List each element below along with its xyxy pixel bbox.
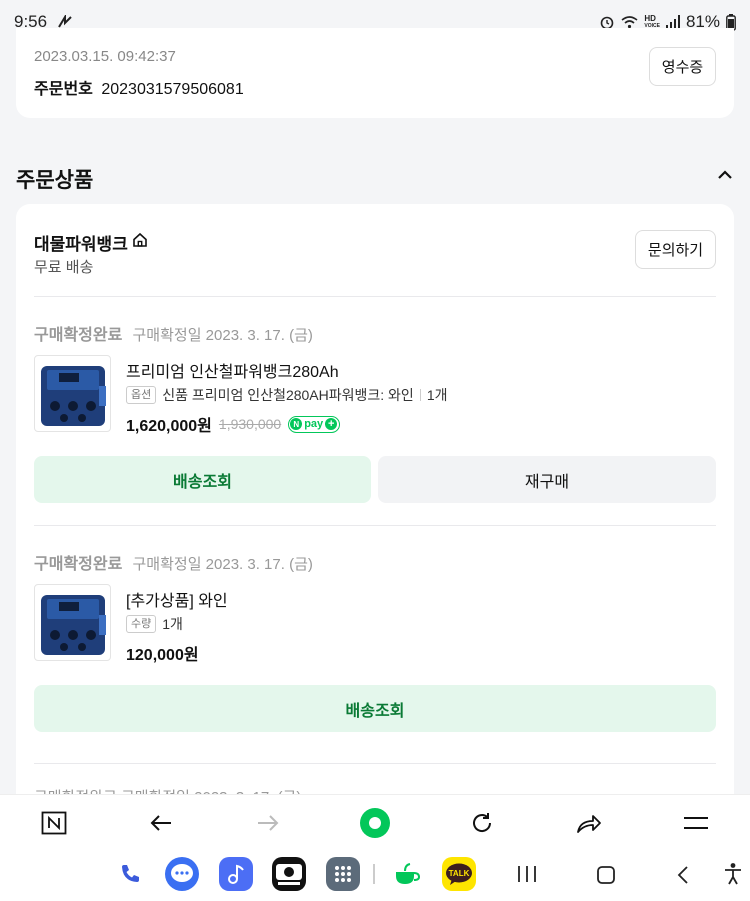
status-label: 구매확정완료 (34, 327, 123, 344)
divider (34, 763, 716, 764)
track-delivery-button[interactable]: 배송조회 (34, 685, 716, 732)
refresh-icon[interactable] (452, 803, 512, 843)
inquiry-button[interactable]: 문의하기 (635, 230, 716, 269)
price-row: 120,000원 (126, 641, 199, 665)
music-app-icon[interactable] (219, 857, 253, 891)
shipping-note: 무료 배송 (34, 259, 94, 276)
order-number-row: 주문번호 2023031579506081 (34, 75, 244, 99)
signal-icon (665, 15, 680, 29)
browser-toolbar (0, 794, 750, 850)
rebuy-button[interactable]: 재구매 (378, 456, 716, 503)
accessibility-icon[interactable] (722, 862, 744, 891)
phone-app-icon[interactable] (113, 857, 147, 891)
store-name-link[interactable]: 대물파워뱅크 (34, 230, 148, 255)
share-icon[interactable] (559, 803, 619, 843)
naver-home-icon[interactable] (24, 803, 84, 843)
purchase-status: 구매확정완료 구매확정일 2023. 3. 17. (금) (34, 321, 313, 345)
original-price: 1,930,000 (218, 416, 282, 432)
store-name: 대물파워뱅크 (34, 235, 128, 254)
price: 120,000원 (126, 647, 199, 664)
product-thumbnail[interactable] (34, 355, 111, 432)
svg-text:TALK: TALK (449, 869, 470, 878)
home-icon (132, 232, 148, 253)
back-arrow-icon[interactable] (131, 803, 191, 843)
kakaotalk-app-icon[interactable]: TALK (442, 857, 476, 891)
price: 1,620,000원 (126, 418, 212, 435)
order-date: 2023.03.15. 09:42:37 (34, 48, 176, 65)
recent-apps-icon[interactable] (516, 864, 538, 889)
order-number-label: 주문번호 (34, 81, 93, 98)
system-navigation: TALK (0, 850, 750, 901)
quantity-tag: 수량 (126, 615, 157, 633)
naver-cafe-app-icon[interactable] (389, 857, 423, 891)
back-button-icon[interactable] (675, 864, 691, 891)
app-drawer-icon[interactable] (326, 857, 360, 891)
hd-voice-icon: HD VOICE (644, 14, 660, 30)
quantity: 1개 (162, 616, 183, 632)
messages-app-icon[interactable] (165, 857, 199, 891)
section-title: 주문상품 (16, 169, 94, 192)
option-row: 옵션 신품 프리미엄 인산철280AH파워뱅크: 와인 1개 (126, 385, 448, 405)
npay-n-icon: N (290, 418, 303, 430)
confirm-date: 구매확정일 2023. 3. 17. (금) (132, 556, 313, 573)
dock-divider (373, 864, 375, 884)
divider (34, 296, 716, 297)
home-button-icon[interactable] (595, 864, 617, 891)
tv-app-icon[interactable] (272, 857, 306, 891)
option-tag: 옵션 (126, 386, 157, 404)
order-products-card: 대물파워뱅크 무료 배송 문의하기 구매확정완료 구매확정일 2023. 3. … (16, 204, 734, 806)
notification-icon (57, 15, 73, 29)
product-thumbnail[interactable] (34, 584, 111, 661)
separator (419, 389, 421, 401)
forward-arrow-icon[interactable] (238, 803, 298, 843)
product-name[interactable]: 프리미엄 인산철파워뱅크280Ah (126, 358, 339, 382)
divider (34, 525, 716, 526)
green-dot-home-icon[interactable] (345, 803, 405, 843)
menu-icon[interactable] (666, 803, 726, 843)
status-label: 구매확정완료 (34, 556, 123, 573)
product-name[interactable]: [추가상품] 와인 (126, 587, 228, 611)
receipt-button[interactable]: 영수증 (649, 47, 716, 86)
wifi-icon (621, 15, 638, 29)
order-info-card: 2023.03.15. 09:42:37 주문번호 20230315795060… (16, 28, 734, 118)
option-row: 수량 1개 (126, 614, 183, 634)
confirm-date: 구매확정일 2023. 3. 17. (금) (132, 327, 313, 344)
quantity: 1개 (426, 387, 448, 403)
plus-icon: + (325, 418, 338, 430)
purchase-status: 구매확정완료 구매확정일 2023. 3. 17. (금) (34, 550, 313, 574)
option-text: 신품 프리미엄 인산철280AH파워뱅크: 와인 (162, 387, 414, 403)
track-delivery-button[interactable]: 배송조회 (34, 456, 371, 503)
price-row: 1,620,000원 1,930,000 N pay + (126, 412, 341, 436)
npay-badge: N pay + (288, 415, 341, 433)
chevron-up-icon[interactable] (716, 166, 734, 189)
order-number: 2023031579506081 (101, 81, 244, 98)
